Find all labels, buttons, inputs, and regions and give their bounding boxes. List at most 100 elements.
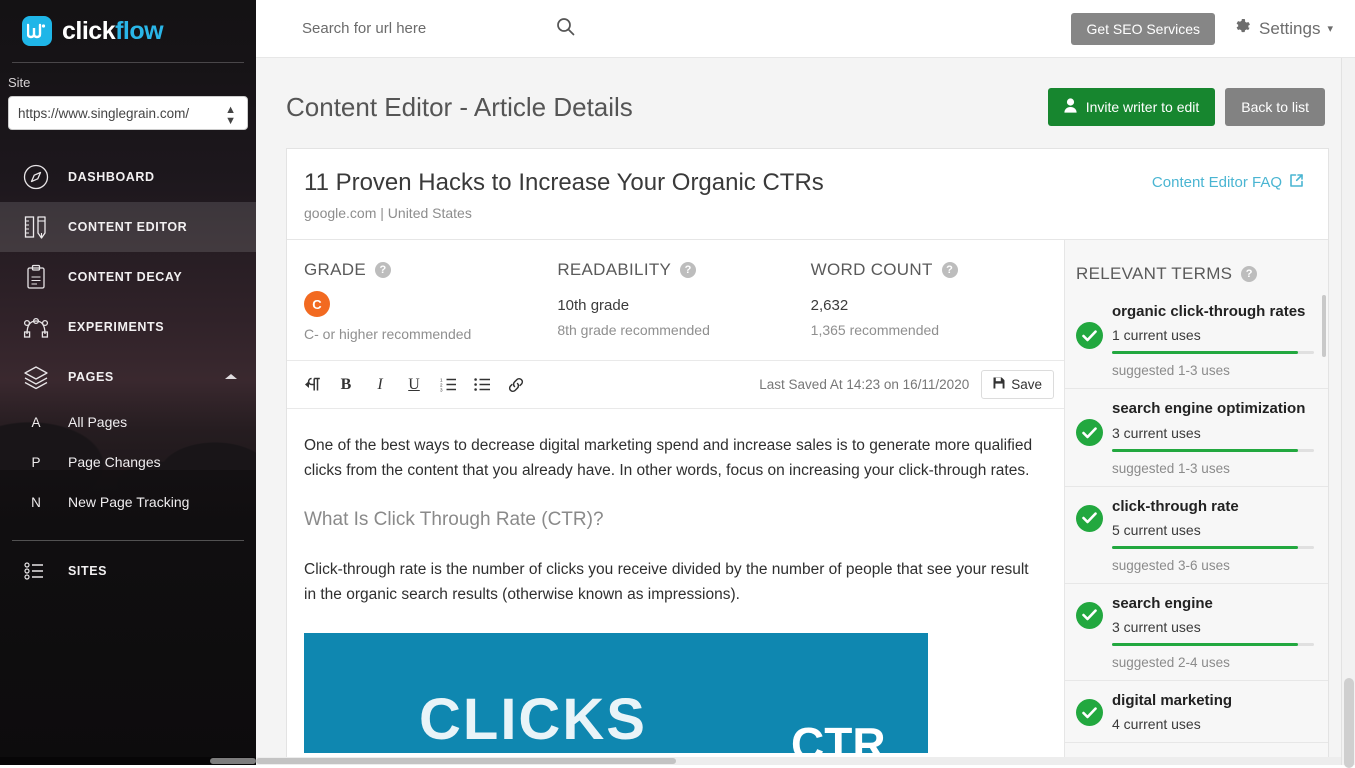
back-to-list-button[interactable]: Back to list [1225,88,1325,126]
metric-label-row: READABILITY ? [557,260,810,280]
term-usage-bar-fill [1112,546,1298,549]
brand-text-flow: flow [115,17,163,45]
term-name: digital marketing [1112,691,1314,711]
floppy-disk-icon [993,377,1005,392]
metric-label: WORD COUNT [811,260,933,280]
sidebar-subitem-all-pages[interactable]: A All Pages [0,402,256,442]
article-subtitle: google.com | United States [304,205,824,221]
term-name: search engine [1112,594,1314,614]
metric-label-row: GRADE ? [304,260,557,280]
page-vertical-scrollbar[interactable] [1341,58,1355,765]
sidebar-item-label: SITES [68,564,107,578]
terms-scrollbar-thumb[interactable] [1322,295,1326,357]
search-icon[interactable] [556,17,575,41]
relevant-term-item[interactable]: search engine optimization 3 current use… [1065,389,1328,486]
paragraph-direction-icon[interactable] [302,374,322,396]
save-label: Save [1011,377,1042,392]
term-current-uses: 5 current uses [1112,522,1314,538]
term-name: organic click-through rates [1112,302,1314,322]
term-name: search engine optimization [1112,399,1314,419]
invite-writer-button[interactable]: Invite writer to edit [1048,88,1216,126]
sidebar-horizontal-scrollbar[interactable] [0,757,256,765]
brand-text-click: click [62,17,115,45]
relevant-term-item[interactable]: organic click-through rates 1 current us… [1065,292,1328,389]
settings-menu[interactable]: Settings ▾ [1233,17,1333,41]
get-seo-services-button[interactable]: Get SEO Services [1071,13,1215,45]
metric-word-count: WORD COUNT ? 2,632 1,365 recommended [811,260,1064,342]
question-mark-icon[interactable]: ? [942,262,958,278]
sidebar-nav: DASHBOARD CONTENT EDITOR [0,152,256,597]
relevant-term-item[interactable]: search engine 3 current uses suggested 2… [1065,584,1328,681]
brand-wordmark: clickflow [62,19,163,44]
sidebar-subitem-page-changes[interactable]: P Page Changes [0,442,256,482]
sidebar-item-content-decay[interactable]: CONTENT DECAY [0,252,256,302]
chevron-up-icon[interactable] [224,368,238,386]
term-usage-bar [1112,449,1314,452]
sidebar-subitem-new-page-tracking[interactable]: N New Page Tracking [0,482,256,522]
relevant-term-item[interactable]: click-through rate 5 current uses sugges… [1065,487,1328,584]
italic-icon[interactable]: I [370,374,390,396]
article-editor-body[interactable]: One of the best ways to decrease digital… [287,409,1064,765]
question-mark-icon[interactable]: ? [1241,266,1257,282]
page-horizontal-scrollbar[interactable] [256,757,1355,765]
external-link-icon [1289,173,1304,192]
sidebar-subitem-label: New Page Tracking [68,494,189,510]
sidebar-item-pages[interactable]: PAGES [0,352,256,402]
check-circle-icon [1076,699,1103,726]
term-usage-bar-fill [1112,449,1298,452]
site-label: Site [0,63,256,96]
sidebar-scrollbar-thumb[interactable] [210,758,256,764]
term-usage-bar [1112,351,1314,354]
gear-icon [1233,17,1252,41]
page-title: Content Editor - Article Details [286,92,633,123]
sidebar-item-label: DASHBOARD [68,170,155,184]
page-hscrollbar-thumb[interactable] [256,758,676,764]
check-circle-icon [1076,505,1103,532]
term-details: click-through rate 5 current uses sugges… [1112,497,1314,573]
grade-badge: C [304,291,330,317]
save-button[interactable]: Save [981,370,1054,399]
relevant-terms-header: RELEVANT TERMS ? [1065,240,1328,292]
sidebar-item-experiments[interactable]: EXPERIMENTS [0,302,256,352]
term-current-uses: 4 current uses [1112,716,1314,732]
article-title: 11 Proven Hacks to Increase Your Organic… [304,169,824,197]
search-box[interactable] [302,17,632,41]
metric-label-row: WORD COUNT ? [811,260,1064,280]
term-current-uses: 3 current uses [1112,619,1314,635]
editor-toolbar: B I U 1 2 3 [287,361,1064,409]
editor-paragraph-2: Click-through rate is the number of clic… [304,557,1034,607]
sidebar-subitem-label: Page Changes [68,454,161,470]
sidebar-divider-bottom [12,540,244,541]
relevant-term-item[interactable]: digital marketing 4 current uses [1065,681,1328,743]
article-card: 11 Proven Hacks to Increase Your Organic… [286,148,1329,765]
chevron-down-icon: ▾ [1327,22,1333,35]
term-usage-bar-fill [1112,351,1298,354]
sidebar-item-label: PAGES [68,370,114,384]
term-details: organic click-through rates 1 current us… [1112,302,1314,378]
search-input[interactable] [302,20,552,37]
article-title-block: 11 Proven Hacks to Increase Your Organic… [304,169,824,221]
question-mark-icon[interactable]: ? [680,262,696,278]
metric-label: GRADE [304,260,366,280]
sidebar-item-sites[interactable]: SITES [0,545,256,597]
sidebar: clickflow Site https://www.singlegrain.c… [0,0,256,765]
brand-logo[interactable]: clickflow [0,0,256,60]
unordered-list-icon[interactable] [472,374,492,396]
link-icon[interactable] [506,374,526,396]
site-select[interactable]: https://www.singlegrain.com/ [8,96,248,130]
sidebar-item-content-editor[interactable]: CONTENT EDITOR [0,202,256,252]
term-details: digital marketing 4 current uses [1112,691,1314,732]
content-editor-faq-link[interactable]: Content Editor FAQ [1152,169,1304,192]
question-mark-icon[interactable]: ? [375,262,391,278]
bold-icon[interactable]: B [336,374,356,396]
ruler-pencil-icon [20,211,52,243]
metric-recommended: C- or higher recommended [304,326,557,342]
topbar-actions: Get SEO Services Settings ▾ [1071,13,1355,45]
sites-list-icon [20,555,52,587]
image-text-ctr: CTR [791,721,886,753]
sidebar-item-dashboard[interactable]: DASHBOARD [0,152,256,202]
page-scrollbar-thumb[interactable] [1344,678,1354,768]
underline-icon[interactable]: U [404,374,424,396]
term-suggested-uses: suggested 2-4 uses [1112,655,1314,670]
ordered-list-icon[interactable]: 1 2 3 [438,374,458,396]
